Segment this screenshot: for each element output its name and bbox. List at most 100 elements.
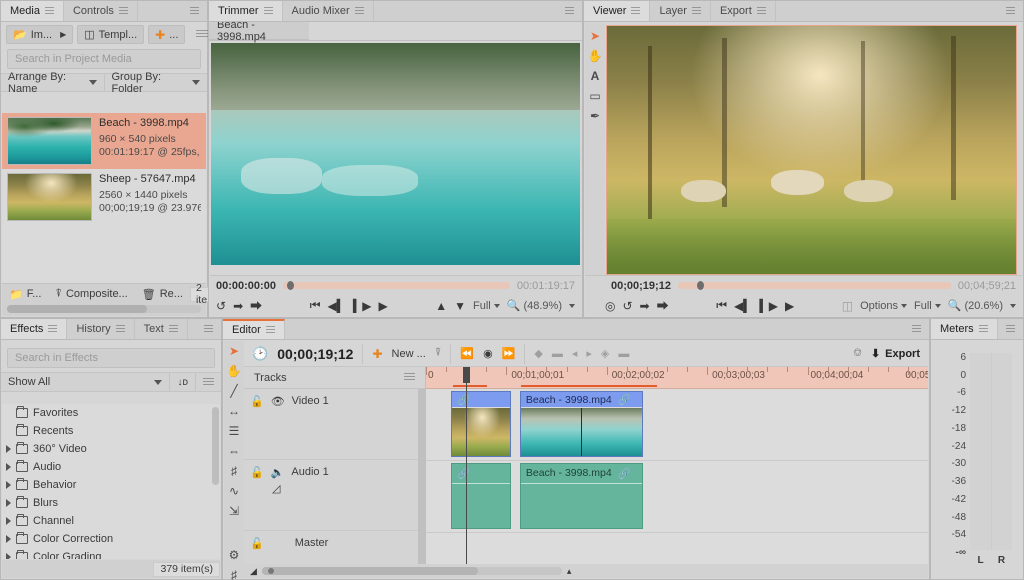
tab-menu-icon[interactable] <box>168 325 178 333</box>
mark-out-icon[interactable]: ➡ <box>233 299 243 313</box>
play-arrow-icon[interactable]: ▶ <box>60 30 66 39</box>
list-item[interactable]: Sheep - 57647.mp4 2560 × 1440 pixels 00;… <box>2 169 206 225</box>
tab-menu-icon[interactable] <box>691 7 701 15</box>
tab-media[interactable]: Media <box>1 1 64 21</box>
tab-menu-icon[interactable] <box>756 7 766 15</box>
trimmer-scrubber[interactable] <box>282 281 510 290</box>
rectangle-tool-icon[interactable]: ▭ <box>585 86 605 106</box>
tab-editor[interactable]: Editor <box>223 319 285 339</box>
timeline-track-audio-1[interactable]: 🔗 Beach - 3998.mp4 🔗 <box>426 461 928 533</box>
tab-export[interactable]: Export <box>711 1 776 21</box>
timeline-audio-clip[interactable]: Beach - 3998.mp4 🔗 <box>519 463 643 529</box>
step-forward-icon[interactable]: ▍▶ <box>759 299 777 313</box>
chevron-right-icon[interactable] <box>6 445 11 453</box>
tab-menu-icon[interactable] <box>115 325 125 333</box>
plus-circle-icon[interactable]: ✚ <box>372 347 382 361</box>
import-button[interactable]: 📂 Im... ▶ <box>6 25 74 44</box>
effects-filter-dropdown[interactable]: Show All <box>1 373 171 391</box>
list-item[interactable]: 360° Video <box>2 440 220 458</box>
list-item[interactable]: Favorites <box>2 404 220 422</box>
list-item[interactable]: Beach - 3998.mp4 960 × 540 pixels 00:01:… <box>2 113 206 169</box>
tab-viewer[interactable]: Viewer <box>584 1 651 21</box>
panel-menu-button[interactable] <box>557 1 582 21</box>
track-header-video-1[interactable]: 🔓 👁 Video 1 <box>244 389 425 460</box>
timeline[interactable]: 0 00;01;00;01 00;02;00;02 00;03;00;03 00… <box>426 367 928 564</box>
export-button[interactable]: ⬇ Export <box>871 347 920 361</box>
chevron-down-icon[interactable] <box>1010 303 1016 308</box>
trimmer-clip-name[interactable]: Beach - 3998.mp4 <box>209 19 309 43</box>
editor-timecode[interactable]: 00;00;19;12 <box>277 346 353 362</box>
gear-icon[interactable]: ⚙ <box>224 545 244 565</box>
tab-trimmer[interactable]: Trimmer <box>209 1 283 21</box>
viewer-zoom-dropdown[interactable]: 🔍 (20.6%) <box>948 299 1003 313</box>
trimmer-current-timecode[interactable]: 00:00:00:00 <box>216 280 276 292</box>
group-by-dropdown[interactable]: Group By: Folder <box>105 71 208 95</box>
roll-edit-icon[interactable]: ☰ <box>224 421 244 441</box>
lock-icon[interactable]: 🔓 <box>250 466 264 479</box>
viewer-options-dropdown[interactable]: Options <box>860 300 908 312</box>
slide-icon[interactable]: ♯ <box>224 461 244 481</box>
select-arrow-icon[interactable]: ➤ <box>585 26 605 46</box>
viewer-scrubber[interactable] <box>677 281 951 290</box>
mark-in-icon[interactable]: ⮕ <box>250 297 262 314</box>
tab-menu-icon[interactable] <box>978 325 988 333</box>
add-media-button[interactable]: ✚ ... <box>148 25 186 44</box>
tab-menu-icon[interactable] <box>118 7 128 15</box>
tracks-menu-icon[interactable] <box>404 373 415 382</box>
panel-menu-button[interactable] <box>904 319 929 339</box>
trimmer-zoom-dropdown[interactable]: 🔍 (48.9%) <box>507 299 562 313</box>
slip-icon[interactable]: ⇔ <box>224 441 244 461</box>
playhead[interactable] <box>463 367 471 564</box>
list-item[interactable]: Behavior <box>2 476 220 494</box>
tab-text[interactable]: Text <box>135 319 188 339</box>
hand-pan-icon[interactable]: ✋ <box>224 361 244 381</box>
brush-tool-icon[interactable]: ✒ <box>585 106 605 126</box>
track-header-audio-1[interactable]: 🔓 🔈 Audio 1 ◿ <box>244 460 425 531</box>
list-item[interactable]: Recents <box>2 422 220 440</box>
media-search-input[interactable]: Search in Project Media <box>7 49 201 69</box>
viewer-quality-dropdown[interactable]: Full <box>914 300 941 312</box>
timeline-clip[interactable]: Beach - 3998.mp4 🔗 <box>519 391 643 457</box>
marker-next-icon[interactable]: ▸ <box>586 347 592 360</box>
trimmer-quality-dropdown[interactable]: Full <box>473 300 500 312</box>
step-forward-icon[interactable]: ▍▶ <box>353 299 371 313</box>
chevron-down-icon[interactable] <box>569 303 575 308</box>
remove-button[interactable]: 🗑 Re... <box>135 288 190 301</box>
tab-layer[interactable]: Layer <box>650 1 711 21</box>
select-arrow-icon[interactable]: ➤ <box>224 341 244 361</box>
next-edit-icon[interactable]: ⏩ <box>502 347 516 360</box>
marker-add-icon[interactable]: ◆ <box>534 347 542 360</box>
panel-menu-button[interactable] <box>998 319 1023 339</box>
lock-icon[interactable]: 🔓 <box>250 537 264 550</box>
play-icon[interactable]: ▶ <box>785 299 794 313</box>
trim-icon[interactable]: ↔ <box>224 401 244 421</box>
timeline-audio-clip[interactable]: 🔗 <box>451 463 512 529</box>
tab-history[interactable]: History <box>67 319 135 339</box>
composite-button[interactable]: ⍒ Composite... <box>48 288 134 301</box>
zoom-out-icon[interactable]: ◢ <box>250 566 257 577</box>
timeline-zoom-slider[interactable] <box>261 567 562 575</box>
timeline-ruler[interactable]: 0 00;01;00;01 00;02;00;02 00;03;00;03 00… <box>426 367 928 389</box>
effects-folder-list[interactable]: Favorites Recents 360° Video Audio Behav <box>2 404 220 559</box>
marker-clear-icon[interactable]: ▬ <box>552 348 563 360</box>
arrange-by-dropdown[interactable]: Arrange By: Name <box>1 71 105 95</box>
tab-effects[interactable]: Effects <box>1 319 68 339</box>
chevron-right-icon[interactable] <box>6 535 11 543</box>
record-icon[interactable]: ◉ <box>483 347 493 360</box>
marker-prev-icon[interactable]: ◂ <box>572 347 578 360</box>
tab-menu-icon[interactable] <box>44 7 54 15</box>
panel-menu-button[interactable] <box>998 1 1023 21</box>
tab-menu-icon[interactable] <box>265 326 275 334</box>
step-back-icon[interactable]: ◀▍ <box>328 299 346 313</box>
chevron-right-icon[interactable] <box>6 481 11 489</box>
insert-icon[interactable]: ▲ <box>435 299 447 313</box>
composite-icon[interactable]: ⍒ <box>435 347 442 360</box>
effects-search-input[interactable]: Search in Effects <box>7 348 215 368</box>
tab-meters[interactable]: Meters <box>931 319 998 339</box>
play-icon[interactable]: ▶ <box>378 299 387 313</box>
panel-menu-button[interactable] <box>182 1 207 21</box>
marker-edit-icon[interactable]: ◈ <box>601 347 609 360</box>
step-back-icon[interactable]: ◀▍ <box>734 299 752 313</box>
hand-pan-icon[interactable]: ✋ <box>585 46 605 66</box>
effects-sort-button[interactable]: ↓ᴅ <box>170 373 196 391</box>
